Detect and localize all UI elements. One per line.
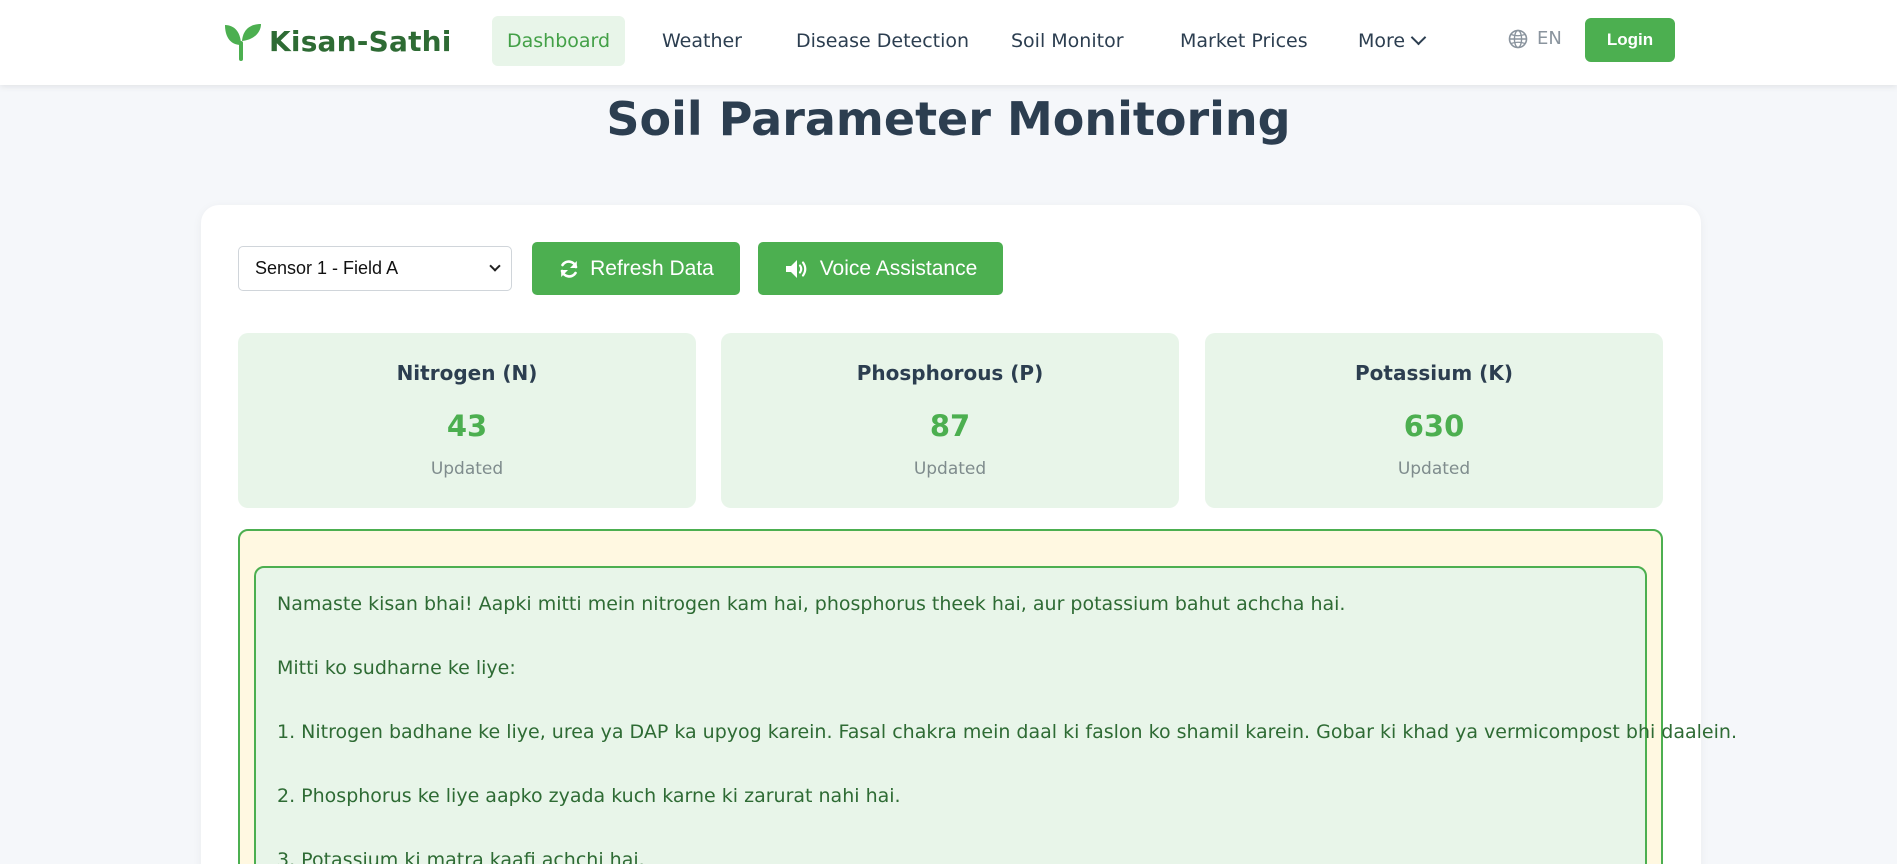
login-button[interactable]: Login <box>1585 18 1675 62</box>
voice-assistance-button[interactable]: Voice Assistance <box>758 242 1003 295</box>
nav-soil-monitor[interactable]: Soil Monitor <box>996 16 1139 66</box>
metric-status: Updated <box>430 459 504 479</box>
language-selector[interactable]: EN <box>1508 28 1562 49</box>
nav-more-label: More <box>1358 30 1406 52</box>
nav-disease-detection[interactable]: Disease Detection <box>781 16 984 66</box>
metric-card-potassium: Potassium (K) 630 Updated <box>1205 333 1663 508</box>
advice-line: Namaste kisan bhai! Aapki mitti mein nit… <box>277 593 1346 615</box>
speaker-icon <box>785 259 807 278</box>
sensor-select[interactable]: Sensor 1 - Field A <box>238 246 512 291</box>
sensor-select-value: Sensor 1 - Field A <box>255 258 399 278</box>
refresh-data-button[interactable]: Refresh Data <box>532 242 740 295</box>
refresh-data-label: Refresh Data <box>590 256 714 280</box>
advice-line: 1. Nitrogen badhane ke liye, urea ya DAP… <box>277 721 1737 743</box>
metric-value: 630 <box>1403 409 1465 443</box>
chevron-down-icon <box>489 260 501 272</box>
navbar: Kisan-Sathi Dashboard Weather Disease De… <box>0 0 1897 85</box>
advice-line: Mitti ko sudharne ke liye: <box>277 657 516 679</box>
nav-more-dropdown[interactable]: More <box>1343 16 1439 66</box>
page-title: Soil Parameter Monitoring <box>606 92 1291 146</box>
metric-label: Nitrogen (N) <box>396 361 538 385</box>
nav-weather[interactable]: Weather <box>647 16 757 66</box>
voice-assistance-label: Voice Assistance <box>819 256 978 280</box>
metric-status: Updated <box>1397 459 1471 479</box>
metric-label: Phosphorous (P) <box>856 361 1044 385</box>
metric-status: Updated <box>913 459 987 479</box>
advice-line: 2. Phosphorus ke liye aapko zyada kuch k… <box>277 785 901 807</box>
refresh-icon <box>560 259 578 278</box>
sprout-icon <box>225 24 261 61</box>
chevron-down-icon <box>1410 29 1427 46</box>
advice-line: 3. Potassium ki matra kaafi achchi hai. <box>277 849 645 864</box>
metric-label: Potassium (K) <box>1355 361 1513 385</box>
globe-icon <box>1508 29 1528 48</box>
metric-card-phosphorous: Phosphorous (P) 87 Updated <box>721 333 1179 508</box>
brand-logo[interactable]: Kisan-Sathi <box>223 21 452 61</box>
brand-name: Kisan-Sathi <box>269 24 452 58</box>
nav-market-prices[interactable]: Market Prices <box>1165 16 1323 66</box>
metric-card-nitrogen: Nitrogen (N) 43 Updated <box>238 333 696 508</box>
language-label: EN <box>1537 28 1562 49</box>
metric-value: 43 <box>446 409 488 443</box>
nav-dashboard[interactable]: Dashboard <box>492 16 626 66</box>
metric-value: 87 <box>929 409 971 443</box>
